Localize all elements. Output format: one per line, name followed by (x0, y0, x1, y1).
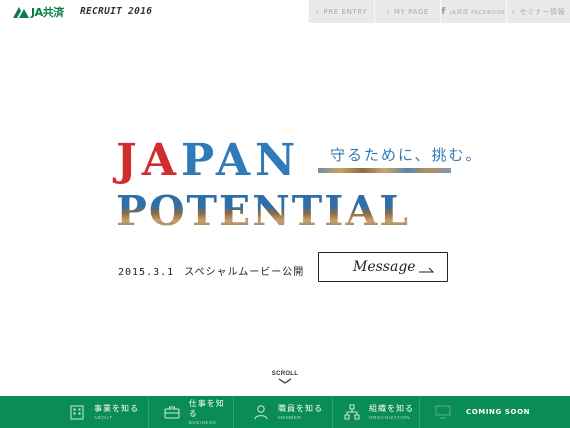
nav-coming-soon: COMING SOON (420, 396, 570, 428)
nav-member[interactable]: 職員を知る MEMBER (234, 396, 333, 428)
facebook-label: JA共済 FACEBOOK (450, 9, 506, 16)
hero-title-japan: JAPAN (116, 139, 300, 183)
bottom-navigation: 事業を知る ABOUT 仕事を知る BUSINESS 職員を知る MEMBER … (0, 396, 570, 428)
nav-about[interactable]: 事業を知る ABOUT (0, 396, 149, 428)
scroll-label: SCROLL (271, 371, 299, 377)
hero-title-ja: JA (116, 135, 181, 186)
nav-organization-label: 組織を知る (369, 403, 414, 413)
nav-organization-sublabel: ORGANIZATION (369, 414, 411, 420)
ja-kyosai-logo[interactable]: JA共済 (12, 4, 64, 20)
my-page-link[interactable]: › MY PAGE (374, 0, 440, 23)
coming-soon-label: COMING SOON (466, 408, 531, 416)
tagline-photo-strip (318, 168, 451, 173)
hero-title-potential: POTENTIAL (116, 189, 410, 233)
message-button[interactable]: Message (318, 252, 448, 282)
release-date: 2015.3.1 (118, 267, 175, 278)
nav-organization[interactable]: 組織を知る ORGANIZATION (333, 396, 420, 428)
monitor-icon (434, 403, 452, 421)
scroll-indicator[interactable]: SCROLL (271, 371, 299, 384)
facebook-icon: f (441, 6, 447, 17)
nav-member-sublabel: MEMBER (278, 414, 302, 420)
briefcase-icon (163, 403, 181, 421)
recruit-year-label: RECRUIT 2016 (80, 6, 153, 17)
nav-business-sublabel: BUSINESS (188, 419, 217, 425)
seminar-info-link[interactable]: › セミナー情報 (506, 0, 570, 23)
arrow-right-icon (419, 267, 435, 273)
release-announcement: 2015.3.1 スペシャルムービー公開 (118, 263, 304, 278)
message-button-label: Message (353, 259, 416, 275)
hero-tagline: 守るために、挑む。 (330, 146, 483, 164)
facebook-link[interactable]: f JA共済 FACEBOOK (440, 0, 506, 23)
chevron-right-icon: › (386, 7, 390, 16)
top-navigation: › PRE ENTRY › MY PAGE f JA共済 FACEBOOK › … (308, 0, 570, 23)
org-chart-icon (343, 403, 361, 421)
ja-leaf-icon (13, 7, 29, 18)
hero-title-pan: PAN (180, 135, 301, 186)
chevron-down-icon (278, 378, 292, 384)
hero-title-potential-text: POTENTIAL (116, 187, 411, 235)
chevron-right-icon: › (511, 7, 516, 16)
site-header: JA共済 RECRUIT 2016 › PRE ENTRY › MY PAGE … (0, 0, 570, 26)
pre-entry-label: PRE ENTRY (323, 7, 368, 16)
chevron-right-icon: › (315, 7, 320, 16)
building-icon (68, 403, 86, 421)
pre-entry-link[interactable]: › PRE ENTRY (308, 0, 374, 23)
release-text: スペシャルムービー公開 (184, 267, 305, 278)
nav-business-label: 仕事を知る (188, 398, 225, 418)
nav-member-label: 職員を知る (278, 403, 323, 413)
nav-about-label: 事業を知る (94, 403, 139, 413)
seminar-label: セミナー情報 (519, 7, 566, 16)
my-page-label: MY PAGE (393, 7, 429, 16)
logo-text: JA共済 (31, 6, 64, 19)
nav-business[interactable]: 仕事を知る BUSINESS (149, 396, 234, 428)
person-icon (252, 403, 270, 421)
hero-tagline-block: 守るために、挑む。 (318, 140, 481, 173)
nav-about-sublabel: ABOUT (94, 414, 113, 420)
